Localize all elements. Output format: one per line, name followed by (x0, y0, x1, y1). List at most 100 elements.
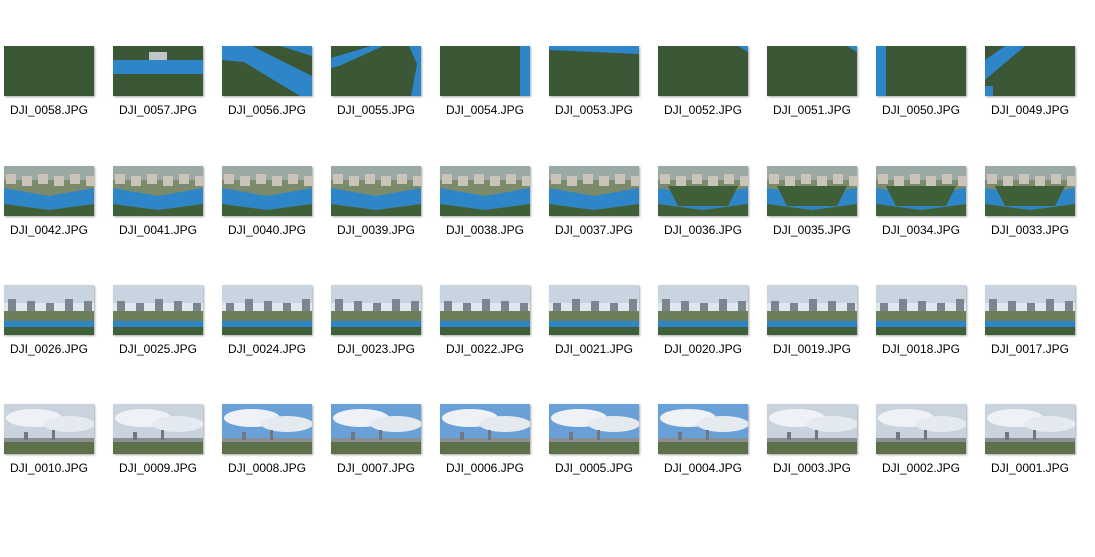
file-name-label: DJI_0003.JPG (772, 461, 852, 475)
image-thumbnail[interactable] (331, 404, 421, 454)
file-thumbnail-item[interactable]: DJI_0025.JPG (113, 285, 205, 357)
file-thumbnail-item[interactable]: DJI_0057.JPG (113, 46, 205, 118)
file-name-label: DJI_0001.JPG (990, 461, 1070, 475)
image-thumbnail[interactable] (331, 166, 421, 216)
file-thumbnail-item[interactable]: DJI_0050.JPG (876, 46, 968, 118)
image-thumbnail[interactable] (876, 46, 966, 96)
file-thumbnail-item[interactable]: DJI_0039.JPG (331, 166, 423, 238)
file-name-label: DJI_0051.JPG (772, 103, 852, 117)
file-name-label: DJI_0038.JPG (445, 223, 525, 237)
file-thumbnail-item[interactable]: DJI_0037.JPG (549, 166, 641, 238)
image-thumbnail[interactable] (4, 166, 94, 216)
file-thumbnail-item[interactable]: DJI_0024.JPG (222, 285, 314, 357)
image-thumbnail[interactable] (113, 46, 203, 96)
file-name-label: DJI_0056.JPG (227, 103, 307, 117)
file-thumbnail-item[interactable]: DJI_0026.JPG (4, 285, 96, 357)
file-name-label: DJI_0020.JPG (663, 342, 743, 356)
image-thumbnail[interactable] (222, 166, 312, 216)
file-thumbnail-item[interactable]: DJI_0022.JPG (440, 285, 532, 357)
file-thumbnail-item[interactable]: DJI_0051.JPG (767, 46, 859, 118)
image-thumbnail[interactable] (985, 285, 1075, 335)
image-thumbnail[interactable] (985, 166, 1075, 216)
image-thumbnail[interactable] (876, 285, 966, 335)
image-thumbnail[interactable] (767, 166, 857, 216)
file-name-label: DJI_0026.JPG (9, 342, 89, 356)
file-thumbnail-item[interactable]: DJI_0009.JPG (113, 404, 205, 476)
thumbnail-row: DJI_0058.JPG DJI_0057.JPG DJI_0056.JPG DJI_… (4, 46, 1095, 126)
file-name-label: DJI_0017.JPG (990, 342, 1070, 356)
file-thumbnail-item[interactable]: DJI_0034.JPG (876, 166, 968, 238)
file-name-label: DJI_0036.JPG (663, 223, 743, 237)
file-thumbnail-item[interactable]: DJI_0005.JPG (549, 404, 641, 476)
file-thumbnail-item[interactable]: DJI_0010.JPG (4, 404, 96, 476)
file-thumbnail-item[interactable]: DJI_0021.JPG (549, 285, 641, 357)
image-thumbnail[interactable] (876, 404, 966, 454)
image-thumbnail[interactable] (222, 46, 312, 96)
file-name-label: DJI_0024.JPG (227, 342, 307, 356)
image-thumbnail[interactable] (549, 404, 639, 454)
image-thumbnail[interactable] (440, 166, 530, 216)
image-thumbnail[interactable] (549, 285, 639, 335)
image-thumbnail[interactable] (440, 46, 530, 96)
image-thumbnail[interactable] (440, 285, 530, 335)
file-thumbnail-item[interactable]: DJI_0006.JPG (440, 404, 532, 476)
file-thumbnail-item[interactable]: DJI_0033.JPG (985, 166, 1077, 238)
file-thumbnail-item[interactable]: DJI_0003.JPG (767, 404, 859, 476)
file-name-label: DJI_0037.JPG (554, 223, 634, 237)
image-thumbnail[interactable] (222, 285, 312, 335)
file-name-label: DJI_0025.JPG (118, 342, 198, 356)
image-thumbnail[interactable] (658, 404, 748, 454)
image-thumbnail[interactable] (113, 166, 203, 216)
image-thumbnail[interactable] (658, 166, 748, 216)
file-thumbnail-item[interactable]: DJI_0042.JPG (4, 166, 96, 238)
file-thumbnail-item[interactable]: DJI_0053.JPG (549, 46, 641, 118)
image-thumbnail[interactable] (549, 46, 639, 96)
file-thumbnail-item[interactable]: DJI_0001.JPG (985, 404, 1077, 476)
image-thumbnail[interactable] (113, 404, 203, 454)
image-thumbnail[interactable] (658, 285, 748, 335)
file-thumbnail-item[interactable]: DJI_0041.JPG (113, 166, 205, 238)
image-thumbnail[interactable] (549, 166, 639, 216)
file-thumbnail-item[interactable]: DJI_0036.JPG (658, 166, 750, 238)
file-thumbnail-item[interactable]: DJI_0054.JPG (440, 46, 532, 118)
file-thumbnail-item[interactable]: DJI_0056.JPG (222, 46, 314, 118)
file-name-label: DJI_0018.JPG (881, 342, 961, 356)
image-thumbnail[interactable] (767, 285, 857, 335)
file-name-label: DJI_0019.JPG (772, 342, 852, 356)
file-name-label: DJI_0009.JPG (118, 461, 198, 475)
file-thumbnail-item[interactable]: DJI_0018.JPG (876, 285, 968, 357)
image-thumbnail[interactable] (440, 404, 530, 454)
file-name-label: DJI_0002.JPG (881, 461, 961, 475)
file-name-label: DJI_0007.JPG (336, 461, 416, 475)
file-thumbnail-item[interactable]: DJI_0035.JPG (767, 166, 859, 238)
file-thumbnail-item[interactable]: DJI_0058.JPG (4, 46, 96, 118)
file-thumbnail-item[interactable]: DJI_0008.JPG (222, 404, 314, 476)
file-thumbnail-item[interactable]: DJI_0038.JPG (440, 166, 532, 238)
image-thumbnail[interactable] (767, 46, 857, 96)
image-thumbnail[interactable] (4, 285, 94, 335)
file-thumbnail-item[interactable]: DJI_0002.JPG (876, 404, 968, 476)
image-thumbnail[interactable] (331, 285, 421, 335)
image-thumbnail[interactable] (985, 404, 1075, 454)
file-thumbnail-item[interactable]: DJI_0049.JPG (985, 46, 1077, 118)
image-thumbnail[interactable] (4, 46, 94, 96)
image-thumbnail[interactable] (658, 46, 748, 96)
image-thumbnail[interactable] (113, 285, 203, 335)
file-thumbnail-item[interactable]: DJI_0017.JPG (985, 285, 1077, 357)
file-name-label: DJI_0057.JPG (118, 103, 198, 117)
file-thumbnail-item[interactable]: DJI_0007.JPG (331, 404, 423, 476)
file-thumbnail-item[interactable]: DJI_0020.JPG (658, 285, 750, 357)
file-thumbnail-item[interactable]: DJI_0040.JPG (222, 166, 314, 238)
file-thumbnail-item[interactable]: DJI_0004.JPG (658, 404, 750, 476)
image-thumbnail[interactable] (222, 404, 312, 454)
image-thumbnail[interactable] (331, 46, 421, 96)
image-thumbnail[interactable] (4, 404, 94, 454)
image-thumbnail[interactable] (985, 46, 1075, 96)
file-thumbnail-item[interactable]: DJI_0052.JPG (658, 46, 750, 118)
file-thumbnail-item[interactable]: DJI_0023.JPG (331, 285, 423, 357)
image-thumbnail[interactable] (876, 166, 966, 216)
file-name-label: DJI_0040.JPG (227, 223, 307, 237)
image-thumbnail[interactable] (767, 404, 857, 454)
file-thumbnail-item[interactable]: DJI_0055.JPG (331, 46, 423, 118)
file-thumbnail-item[interactable]: DJI_0019.JPG (767, 285, 859, 357)
